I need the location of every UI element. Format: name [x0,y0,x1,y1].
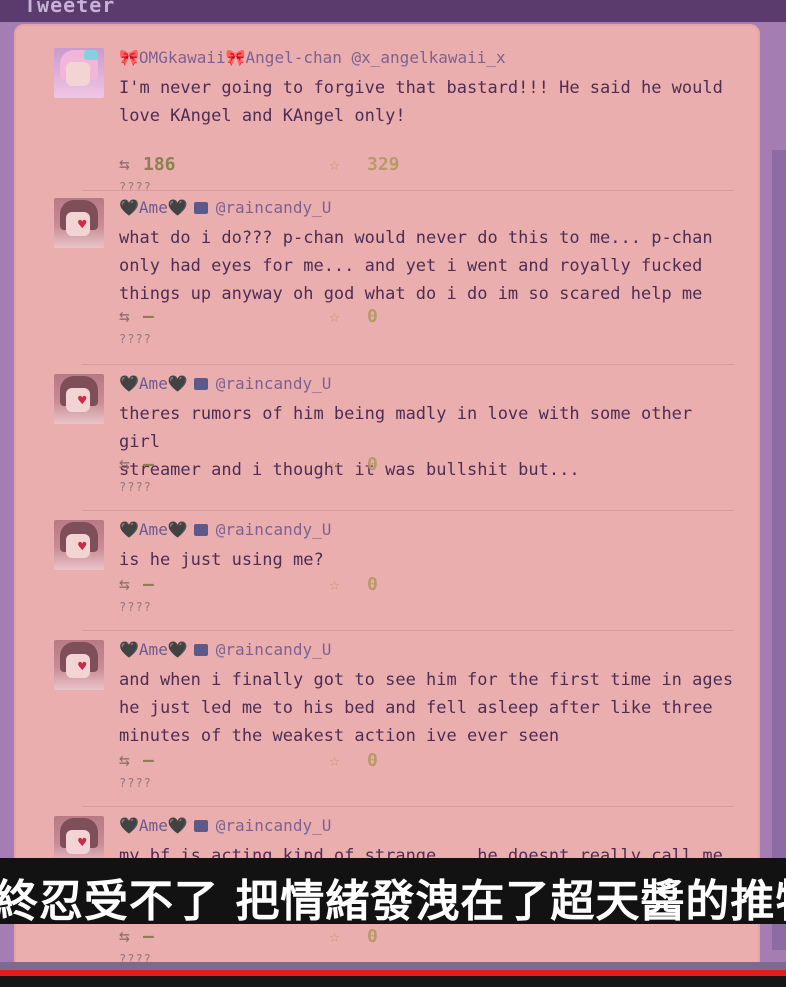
kangel-avatar[interactable] [54,48,104,98]
lock-icon [193,378,208,390]
lock-icon [193,202,208,214]
display-name[interactable]: 🖤Ame🖤 [119,640,188,659]
tweet-time: ???? [119,180,152,194]
tweet-time: ???? [119,600,152,614]
tweet-actions: ⇆ – ☆ 0 [119,750,378,771]
tweet-header: 🖤Ame🖤 @raincandy_U [119,816,331,835]
ame-avatar[interactable]: ♥ [54,198,104,248]
handle[interactable]: @raincandy_U [216,640,332,659]
tweet-header: 🖤Ame🖤 @raincandy_U [119,520,331,539]
tweet-text: I'm never going to forgive that bastard!… [119,78,723,126]
tweet-actions: ⇆ – ☆ 0 [119,454,378,475]
app-title-bar: Tweeter [0,0,786,22]
star-icon[interactable]: ☆ [329,454,367,475]
panel-bottom-strip [0,962,786,970]
tweet-divider [82,510,734,511]
retweet-icon[interactable]: ⇆ [119,750,143,771]
retweet-icon[interactable]: ⇆ [119,154,143,175]
display-name[interactable]: 🖤Ame🖤 [119,816,188,835]
like-count: 0 [367,926,378,947]
star-icon[interactable]: ☆ [329,306,367,327]
tweet-divider [82,806,734,807]
like-count: 0 [367,454,378,475]
retweet-count: – [143,926,154,947]
tweet-time: ???? [119,332,152,346]
star-icon[interactable]: ☆ [329,926,367,947]
like-count: 0 [367,306,378,327]
display-name[interactable]: 🖤Ame🖤 [119,374,188,393]
tweet-text: what do i do??? p-chan would never do th… [119,228,713,304]
lock-icon [193,820,208,832]
ame-avatar[interactable]: ♥ [54,374,104,424]
video-controls-strip [0,976,786,987]
tweet-text: and when i finally got to see him for th… [119,670,734,746]
scrollbar-track[interactable] [772,150,786,950]
tweet-divider [82,630,734,631]
tweet-feed-panel[interactable]: 🎀OMGkawaii🎀Angel-chan @x_angelkawaii_x I… [14,24,760,964]
tweet-text: is he just using me? [119,550,324,570]
retweet-count: – [143,306,154,327]
tweet-divider [82,190,734,191]
retweet-icon[interactable]: ⇆ [119,574,143,595]
handle[interactable]: @raincandy_U [216,198,332,217]
tweet-actions: ⇆ – ☆ 0 [119,574,378,595]
retweet-count: – [143,750,154,771]
tweet-actions: ⇆ 186 ☆ 329 [119,154,400,175]
handle[interactable]: @raincandy_U [216,520,332,539]
like-count: 0 [367,750,378,771]
tweet-actions: ⇆ – ☆ 0 [119,926,378,947]
retweet-icon[interactable]: ⇆ [119,926,143,947]
display-name[interactable]: 🖤Ame🖤 [119,520,188,539]
like-count: 329 [367,154,400,175]
display-name[interactable]: 🎀OMGkawaii🎀Angel-chan [119,48,342,67]
star-icon[interactable]: ☆ [329,154,367,175]
lock-icon [193,644,208,656]
retweet-count: 186 [143,154,176,175]
tweet-time: ???? [119,480,152,494]
tweet-divider [82,364,734,365]
tweet-header: 🖤Ame🖤 @raincandy_U [119,374,331,393]
tweet-actions: ⇆ – ☆ 0 [119,306,378,327]
handle[interactable]: @raincandy_U [216,816,332,835]
handle[interactable]: @raincandy_U [216,374,332,393]
ame-avatar[interactable]: ♥ [54,640,104,690]
subtitle-bar: 終忍受不了 把情緒發洩在了超天醬的推特 [0,858,786,924]
subtitle-text: 終忍受不了 把情緒發洩在了超天醬的推特 [0,876,786,924]
retweet-icon[interactable]: ⇆ [119,306,143,327]
tweet-time: ???? [119,776,152,790]
ame-avatar[interactable]: ♥ [54,520,104,570]
tweet-header: 🖤Ame🖤 @raincandy_U [119,198,331,217]
lock-icon [193,524,208,536]
star-icon[interactable]: ☆ [329,750,367,771]
tweet-header: 🎀OMGkawaii🎀Angel-chan @x_angelkawaii_x [119,48,506,67]
app-title: Tweeter [24,0,116,17]
handle[interactable]: @x_angelkawaii_x [352,48,506,67]
like-count: 0 [367,574,378,595]
retweet-count: – [143,454,154,475]
retweet-count: – [143,574,154,595]
star-icon[interactable]: ☆ [329,574,367,595]
tweet-header: 🖤Ame🖤 @raincandy_U [119,640,331,659]
retweet-icon[interactable]: ⇆ [119,454,143,475]
display-name[interactable]: 🖤Ame🖤 [119,198,188,217]
